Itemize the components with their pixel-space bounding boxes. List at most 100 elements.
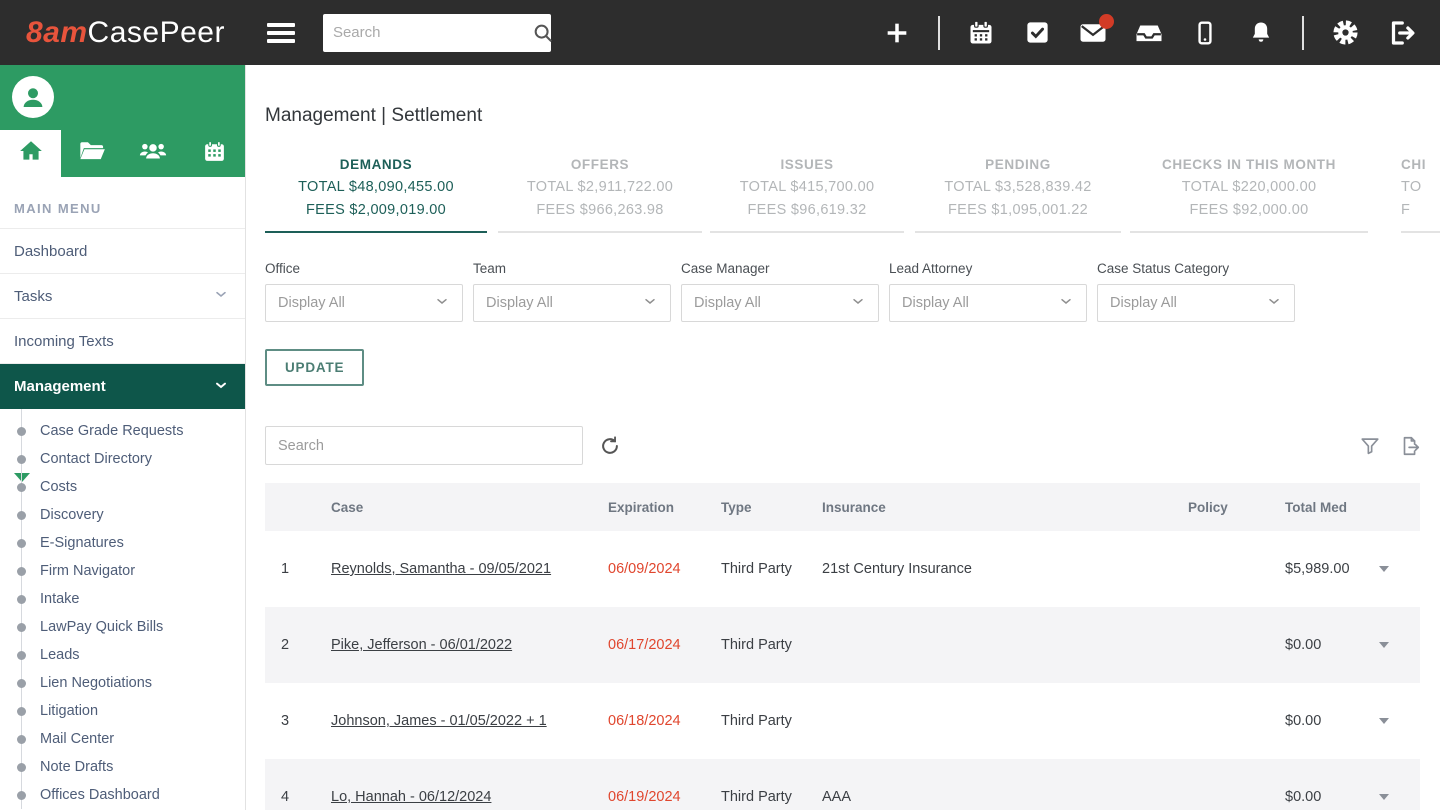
refresh-icon[interactable] [599, 435, 621, 457]
submenu-lawpay-quick-bills[interactable]: LawPay Quick Bills [0, 613, 245, 641]
logo-casepeer: CasePeer [87, 15, 225, 49]
sidebar-tab-calendar[interactable] [184, 130, 245, 177]
sign-out-icon[interactable] [1386, 18, 1416, 48]
inbox-tray-icon[interactable] [1134, 18, 1164, 48]
row-number: 2 [281, 637, 290, 653]
total-med: $5,989.00 [1285, 561, 1350, 577]
bullet-icon [17, 538, 26, 548]
col-total-med: Total Med [1285, 499, 1347, 515]
table-row: 2 Pike, Jefferson - 06/01/2022 06/17/202… [265, 607, 1420, 683]
row-expand-caret-icon[interactable] [1378, 794, 1389, 800]
top-bar: 8amCasePeer [0, 0, 1440, 65]
hamburger-menu-icon[interactable] [266, 22, 295, 43]
mail-notification-badge [1099, 13, 1114, 29]
row-expand-caret-icon[interactable] [1378, 642, 1389, 648]
search-icon[interactable] [532, 22, 554, 44]
bullet-icon [17, 734, 26, 744]
global-search-input[interactable] [332, 24, 532, 41]
sidebar-tab-cases[interactable] [61, 130, 122, 177]
total-med: $0.00 [1285, 637, 1322, 653]
folder-icon [78, 137, 106, 170]
tasks-check-icon[interactable] [1022, 18, 1052, 48]
logo-8am: 8am [26, 15, 88, 49]
sidebar-tab-home[interactable] [0, 130, 62, 177]
row-number: 1 [281, 561, 290, 577]
submenu-note-drafts[interactable]: Note Drafts [0, 753, 245, 781]
submenu-costs[interactable]: Costs [0, 473, 245, 501]
case-link[interactable]: Johnson, James - 01/05/2022 + 1 [331, 713, 547, 729]
row-expand-caret-icon[interactable] [1378, 566, 1389, 572]
add-new-icon[interactable] [882, 18, 912, 48]
submenu-lien-negotiations[interactable]: Lien Negotiations [0, 669, 245, 697]
col-insurance: Insurance [822, 499, 886, 515]
filter-office: Office Display All [265, 261, 463, 322]
office-select[interactable]: Display All [265, 284, 463, 322]
mail-icon[interactable] [1078, 13, 1114, 48]
tab-issues[interactable]: ISSUES TOTAL $415,700.00 FEES $96,619.32 [710, 157, 904, 233]
filter-row: Office Display All Team Display All Case… [265, 261, 1440, 322]
submenu-offices-dashboard[interactable]: Offices Dashboard [0, 781, 245, 809]
submenu-leads[interactable]: Leads [0, 641, 245, 669]
submenu-litigation[interactable]: Litigation [0, 697, 245, 725]
mobile-phone-icon[interactable] [1190, 18, 1220, 48]
chevron-down-icon [1058, 293, 1074, 314]
tab-underline [265, 231, 487, 233]
case-type: Third Party [721, 637, 792, 653]
tab-offers[interactable]: OFFERS TOTAL $2,911,722.00 FEES $966,263… [498, 157, 702, 233]
submenu-intake[interactable]: Intake [0, 585, 245, 613]
case-type: Third Party [721, 789, 792, 805]
row-number: 3 [281, 713, 290, 729]
tab-pending[interactable]: PENDING TOTAL $3,528,839.42 FEES $1,095,… [915, 157, 1121, 233]
topbar-divider [1302, 15, 1304, 50]
update-button[interactable]: UPDATE [265, 349, 365, 386]
filter-funnel-icon[interactable] [1359, 435, 1381, 457]
expiration-date: 06/18/2024 [608, 713, 681, 729]
app-logo[interactable]: 8amCasePeer [26, 16, 225, 50]
tab-fees: FEES $2,009,019.00 [305, 202, 447, 218]
calendar-icon[interactable] [966, 18, 996, 48]
sidebar-tab-contacts[interactable] [123, 130, 184, 177]
filter-team: Team Display All [473, 261, 671, 322]
filter-case-manager: Case Manager Display All [681, 261, 879, 322]
case-manager-select[interactable]: Display All [681, 284, 879, 322]
main-content: Management | Settlement DEMANDS TOTAL $4… [246, 65, 1440, 810]
lead-attorney-select[interactable]: Display All [889, 284, 1087, 322]
bullet-icon [17, 678, 26, 688]
notifications-bell-icon[interactable] [1246, 18, 1276, 48]
expiration-date: 06/09/2024 [608, 561, 681, 577]
submenu-e-signatures[interactable]: E-Signatures [0, 529, 245, 557]
topbar-divider [938, 15, 940, 50]
submenu-firm-navigator[interactable]: Firm Navigator [0, 557, 245, 585]
case-link[interactable]: Lo, Hannah - 06/12/2024 [331, 789, 491, 805]
submenu-contact-directory[interactable]: Contact Directory [0, 445, 245, 473]
tab-demands[interactable]: DEMANDS TOTAL $48,090,455.00 FEES $2,009… [265, 157, 487, 233]
table-search-input[interactable] [278, 437, 570, 454]
team-select[interactable]: Display All [473, 284, 671, 322]
user-avatar[interactable] [12, 76, 54, 118]
bullet-icon [17, 762, 26, 772]
case-link[interactable]: Pike, Jefferson - 06/01/2022 [331, 637, 512, 653]
case-type: Third Party [721, 713, 792, 729]
sidebar-item-dashboard[interactable]: Dashboard [0, 229, 245, 274]
tab-total: TOTAL $3,528,839.42 [944, 179, 1092, 195]
tab-truncated[interactable]: CHI TO F [1394, 157, 1440, 233]
tab-checks-in-this-month[interactable]: CHECKS IN THIS MONTH TOTAL $220,000.00 F… [1130, 157, 1368, 233]
sidebar-item-management[interactable]: Management [0, 364, 245, 409]
sidebar-item-incoming-texts[interactable]: Incoming Texts [0, 319, 245, 364]
tab-fees: FEES $966,263.98 [536, 202, 664, 218]
submenu-case-grade-requests[interactable]: Case Grade Requests [0, 417, 245, 445]
tab-underline [498, 231, 702, 233]
export-icon[interactable] [1399, 435, 1421, 457]
submenu-mail-center[interactable]: Mail Center [0, 725, 245, 753]
case-status-category-select[interactable]: Display All [1097, 284, 1295, 322]
case-link[interactable]: Reynolds, Samantha - 09/05/2021 [331, 561, 551, 577]
bullet-icon [17, 706, 26, 716]
settings-gear-icon[interactable] [1330, 18, 1360, 48]
row-expand-caret-icon[interactable] [1378, 718, 1389, 724]
submenu-discovery[interactable]: Discovery [0, 501, 245, 529]
bullet-icon [17, 454, 26, 464]
sidebar-item-tasks[interactable]: Tasks [0, 274, 245, 319]
chevron-down-icon [434, 293, 450, 314]
expiration-date: 06/19/2024 [608, 789, 681, 805]
col-case: Case [331, 499, 364, 515]
